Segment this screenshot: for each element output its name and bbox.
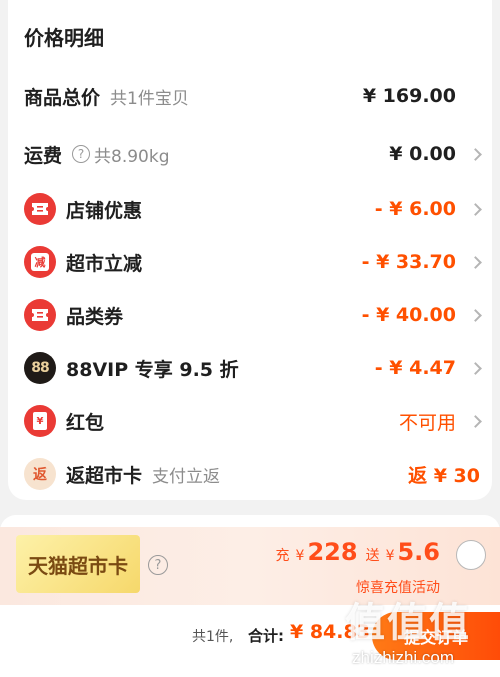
help-icon[interactable]: ?	[148, 555, 168, 575]
row-value: ¥ 0.00	[389, 143, 456, 165]
row-sub: 支付立返	[152, 466, 221, 487]
row-value: - ¥ 40.00	[361, 304, 456, 326]
sum-label: 合计:	[248, 627, 284, 645]
chevron-right-icon	[469, 414, 482, 428]
row-label: 88VIP 专享 9.5 折	[66, 358, 239, 381]
gift-amount: 5.6	[397, 538, 440, 566]
chevron-right-icon	[469, 147, 482, 161]
rebate-icon: 返	[24, 458, 56, 490]
section-title: 价格明细	[24, 26, 104, 50]
watermark-url: zhizhizhi.com	[352, 648, 455, 667]
row-red-packet[interactable]: ¥ 红包 不可用	[24, 401, 484, 441]
row-value: - ¥ 6.00	[374, 198, 456, 220]
row-value: - ¥ 4.47	[374, 357, 456, 379]
coupon-icon	[24, 299, 56, 331]
row-category-coupon[interactable]: 品类券 - ¥ 40.00	[24, 295, 484, 335]
row-88vip[interactable]: 88 88VIP 专享 9.5 折 - ¥ 4.47	[24, 348, 484, 388]
row-label: 红包	[66, 411, 105, 434]
row-total-goods: 商品总价 共1件宝贝 ¥ 169.00	[24, 76, 484, 116]
row-sub: 共8.90kg	[94, 146, 170, 167]
row-label: 店铺优惠	[66, 199, 143, 222]
gift-label: 送	[365, 548, 380, 564]
chevron-right-icon	[469, 308, 482, 322]
row-store-discount[interactable]: 店铺优惠 - ¥ 6.00	[24, 189, 484, 229]
row-sub: 共1件宝贝	[110, 88, 189, 109]
chevron-right-icon	[469, 361, 482, 375]
red-packet-glyph: ¥	[33, 412, 47, 430]
red-packet-icon: ¥	[24, 405, 56, 437]
row-rebate-card: 返 返超市卡 支付立返 返 ¥ 30	[24, 454, 484, 494]
charge-amount: 228	[307, 538, 358, 566]
gift-currency: ¥	[385, 548, 395, 564]
row-label: 返超市卡	[66, 464, 143, 487]
row-label: 超市立减	[66, 252, 143, 275]
charge-label: 充	[275, 548, 290, 564]
ticket-icon	[24, 193, 56, 225]
discount-icon-glyph: 减	[31, 253, 49, 271]
chevron-right-icon	[469, 202, 482, 216]
row-value: 返 ¥ 30	[408, 464, 480, 487]
row-label: 运费	[24, 144, 63, 167]
discount-icon: 减	[24, 246, 56, 278]
tmall-supermarket-card: 天猫超市卡	[16, 535, 140, 593]
price-detail-card: 价格明细 商品总价 共1件宝贝 ¥ 169.00 运费 ? 共8.90kg ¥ …	[8, 0, 492, 500]
row-value: 不可用	[398, 411, 456, 434]
row-value: ¥ 169.00	[362, 85, 456, 107]
row-label: 品类券	[66, 305, 124, 328]
help-icon[interactable]: ?	[72, 145, 91, 163]
vip-icon: 88	[24, 352, 56, 384]
charge-currency: ¥	[295, 548, 305, 564]
recharge-radio[interactable]	[456, 540, 486, 570]
recharge-offer: 充 ¥ 228 送 ¥ 5.6	[273, 538, 440, 566]
row-label: 商品总价	[24, 86, 101, 109]
chevron-right-icon	[469, 255, 482, 269]
watermark-logo: 值值值	[345, 600, 471, 646]
row-value: - ¥ 33.70	[361, 251, 456, 273]
item-count: 共1件,	[192, 629, 234, 645]
row-shipping[interactable]: 运费 ? 共8.90kg ¥ 0.00	[24, 134, 484, 174]
row-supermarket-discount[interactable]: 减 超市立减 - ¥ 33.70	[24, 242, 484, 282]
